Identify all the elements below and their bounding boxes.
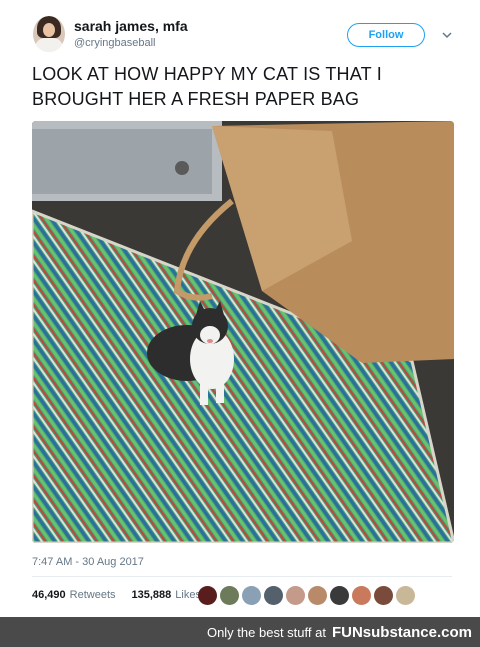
- tweet-photo[interactable]: [32, 121, 454, 543]
- liker-avatars: [198, 586, 415, 605]
- liker-avatar[interactable]: [352, 586, 371, 605]
- chevron-down-icon[interactable]: [440, 28, 454, 42]
- footer-text: Only the best stuff at: [206, 624, 326, 640]
- tweet-text: LOOK AT HOW HAPPY MY CAT IS THAT I BROUG…: [32, 64, 382, 109]
- liker-avatar[interactable]: [220, 586, 239, 605]
- retweet-label[interactable]: Retweets: [70, 589, 116, 601]
- like-count[interactable]: 135,888: [132, 589, 172, 601]
- liker-avatar[interactable]: [198, 586, 217, 605]
- liker-avatar[interactable]: [242, 586, 261, 605]
- liker-avatar[interactable]: [286, 586, 305, 605]
- tweet-card: sarah james, mfa @cryingbaseball Follow …: [0, 0, 480, 617]
- divider: [32, 576, 452, 577]
- follow-button[interactable]: Follow: [347, 23, 425, 47]
- user-name[interactable]: sarah james, mfa: [74, 18, 188, 34]
- liker-avatar[interactable]: [330, 586, 349, 605]
- liker-avatar[interactable]: [374, 586, 393, 605]
- avatar[interactable]: [33, 16, 65, 52]
- liker-avatar[interactable]: [264, 586, 283, 605]
- tweet-timestamp[interactable]: 7:47 AM - 30 Aug 2017: [32, 556, 144, 568]
- site-footer: Only the best stuff at FUNsubstance.com: [0, 617, 480, 647]
- retweet-count[interactable]: 46,490: [32, 589, 66, 601]
- footer-brand[interactable]: FUNsubstance.com: [332, 624, 472, 641]
- liker-avatar[interactable]: [308, 586, 327, 605]
- liker-avatar[interactable]: [396, 586, 415, 605]
- tweet-stats: 46,490 Retweets 135,888 Likes: [32, 589, 201, 601]
- user-handle[interactable]: @cryingbaseball: [74, 37, 156, 49]
